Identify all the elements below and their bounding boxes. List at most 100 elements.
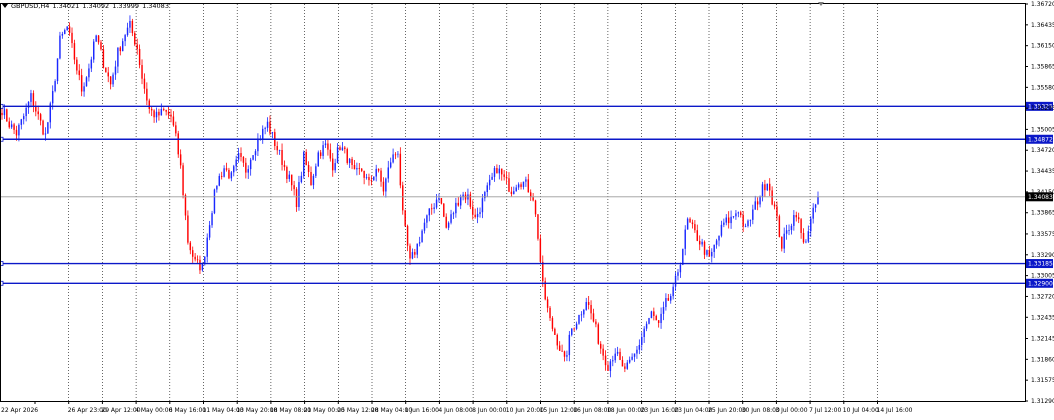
candle [513, 186, 515, 195]
candle-body [177, 133, 179, 155]
candle-body [370, 180, 373, 181]
candle-body [440, 197, 443, 204]
candle [749, 219, 752, 227]
candle-body [64, 30, 66, 34]
candle-body [638, 345, 641, 350]
candle-body [619, 351, 621, 360]
candle [648, 317, 650, 325]
candle [488, 174, 491, 190]
candle [727, 211, 730, 229]
candle-body [641, 337, 643, 346]
candle [496, 164, 498, 174]
candle [105, 67, 107, 73]
candle-body [179, 154, 182, 166]
price-label: 1.33005 [1031, 273, 1054, 280]
candle-body [380, 170, 382, 182]
candle [411, 248, 414, 260]
candle [501, 168, 503, 181]
candle-body [414, 252, 416, 255]
candle [440, 197, 443, 205]
candle [445, 213, 447, 229]
candle-body [438, 197, 440, 200]
candle [107, 66, 109, 83]
candle [672, 283, 674, 300]
menu-triangle-icon[interactable] [2, 4, 8, 8]
candle-body [80, 75, 83, 92]
candle [566, 350, 568, 362]
candle [392, 148, 394, 164]
candle-body [773, 204, 776, 207]
candle [503, 169, 505, 181]
candle [426, 214, 428, 229]
price-chart[interactable]: 1.353251.348721.331851.329001.34083 1.36… [0, 0, 1054, 420]
candle-body [206, 237, 208, 257]
candle [660, 307, 662, 329]
candle-body [583, 309, 585, 315]
candle [8, 117, 10, 129]
candle [817, 191, 819, 205]
candle [450, 209, 452, 225]
candle-body [587, 302, 590, 305]
ohlc-low: 1.33999 [112, 2, 140, 10]
candle [283, 160, 286, 171]
candle-body [479, 212, 481, 214]
candle-body [727, 217, 730, 224]
candle-body [199, 259, 201, 271]
candle-body [365, 177, 368, 178]
candle [23, 113, 25, 125]
candle-body [761, 184, 764, 197]
candle [665, 293, 667, 311]
level-price-label: 1.32900 [1028, 280, 1053, 287]
candle-body [802, 232, 805, 243]
candle-body [18, 124, 20, 136]
candle-body [269, 121, 271, 134]
candle-body [682, 248, 684, 265]
price-label: 1.32720 [1031, 293, 1054, 300]
candle-body [672, 286, 674, 297]
candle-body [346, 149, 348, 163]
candle [616, 346, 619, 357]
candle-body [667, 298, 670, 301]
candle-body [525, 179, 527, 182]
candle [68, 22, 71, 36]
candle [160, 103, 163, 116]
candle-body [131, 20, 134, 34]
candle [691, 219, 694, 229]
candle-body [571, 328, 573, 335]
candle [218, 173, 221, 187]
candle [30, 89, 32, 108]
candle [455, 197, 457, 218]
candle [373, 176, 375, 181]
candle [701, 238, 703, 247]
candle [597, 322, 600, 345]
candle [735, 210, 737, 220]
candle-body [102, 49, 105, 68]
candle-body [3, 109, 6, 116]
candle-body [187, 215, 189, 243]
candle-body [134, 33, 136, 45]
candle [363, 170, 365, 185]
candle-body [20, 119, 23, 125]
candle [493, 166, 496, 182]
candle-body [754, 201, 756, 210]
candle-body [706, 250, 708, 255]
candle-body [73, 43, 76, 60]
candle-body [394, 154, 397, 156]
candle-body [805, 241, 807, 243]
candle [491, 172, 493, 180]
candle [522, 181, 525, 190]
candle-body [300, 175, 303, 183]
candle-body [237, 153, 240, 160]
candle [713, 244, 715, 258]
ohlc-high: 1.34092 [82, 2, 110, 10]
candle-body [452, 213, 455, 215]
candle [254, 149, 257, 161]
candle-body [25, 107, 27, 117]
candle [609, 359, 612, 378]
candle-body [121, 41, 124, 52]
candle-body [752, 209, 754, 220]
chart-window[interactable]: 1.35325 1.34872 1.33185 1.32900 1.34083 1.36… [0, 0, 1054, 420]
candle [358, 163, 361, 175]
candle-body [510, 191, 513, 194]
candle [1, 107, 3, 120]
